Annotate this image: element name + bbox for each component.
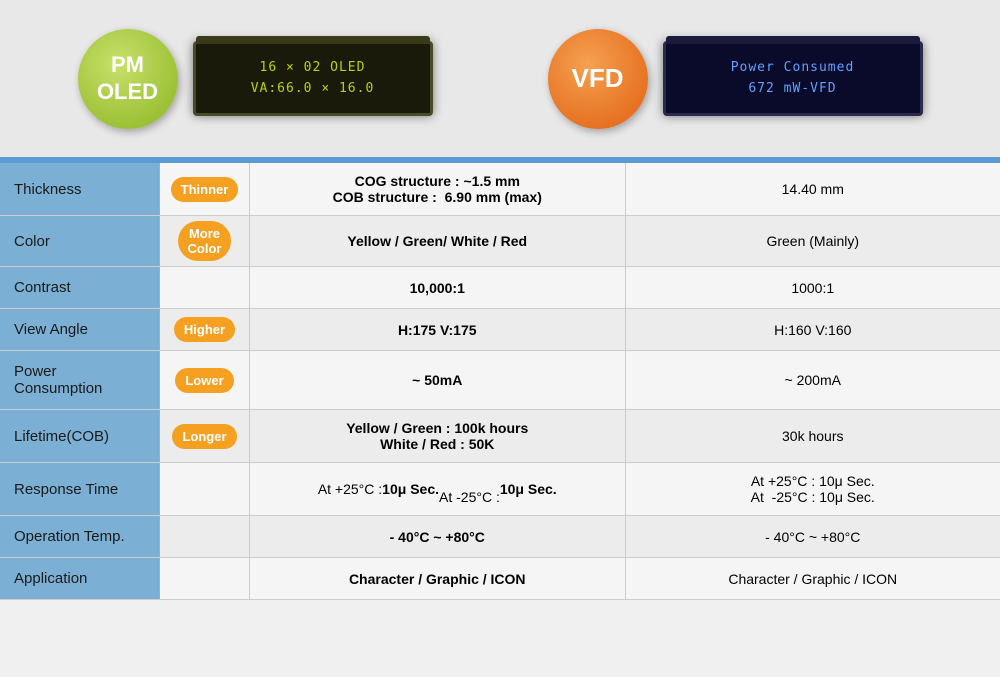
vfd-display: Power Consumed672 mW-VFD xyxy=(663,41,923,116)
color-badge-cell: MoreColor xyxy=(160,216,250,266)
lower-badge: Lower xyxy=(175,368,233,393)
color-oled: Yellow / Green/ White / Red xyxy=(250,216,626,266)
viewangle-vfd: H:160 V:160 xyxy=(626,309,1000,350)
thickness-oled: COG structure : ~1.5 mmCOB structure : 6… xyxy=(250,163,626,215)
optemp-label: Operation Temp. xyxy=(0,516,160,557)
lifetime-oled: Yellow / Green : 100k hoursWhite / Red :… xyxy=(250,410,626,462)
table-row: Power Consumption Lower ~ 50mA ~ 200mA xyxy=(0,351,1000,410)
vfd-display-content: Power Consumed672 mW-VFD xyxy=(731,58,855,100)
application-label: Application xyxy=(0,558,160,599)
vfd-side: VFD Power Consumed672 mW-VFD xyxy=(548,29,923,129)
table-row: Contrast 10,000:1 1000:1 xyxy=(0,267,1000,309)
header: PMOLED 16 × 02 OLEDVA:66.0 × 16.0 VFD Po… xyxy=(0,0,1000,160)
pm-oled-label: PMOLED xyxy=(97,52,158,105)
table-row: Operation Temp. - 40°C ~ +80°C - 40°C ~ … xyxy=(0,516,1000,558)
table-row: View Angle Higher H:175 V:175 H:160 V:16… xyxy=(0,309,1000,351)
color-label: Color xyxy=(0,216,160,266)
power-oled: ~ 50mA xyxy=(250,351,626,409)
lifetime-vfd: 30k hours xyxy=(626,410,1000,462)
oled-side: PMOLED 16 × 02 OLEDVA:66.0 × 16.0 xyxy=(78,29,433,129)
pm-oled-bubble: PMOLED xyxy=(78,29,178,129)
table-row: Lifetime(COB) Longer Yellow / Green : 10… xyxy=(0,410,1000,463)
lifetime-badge-cell: Longer xyxy=(160,410,250,462)
thickness-vfd: 14.40 mm xyxy=(626,163,1000,215)
optemp-oled: - 40°C ~ +80°C xyxy=(250,516,626,557)
contrast-label: Contrast xyxy=(0,267,160,308)
thinner-badge: Thinner xyxy=(171,177,239,202)
oled-display: 16 × 02 OLEDVA:66.0 × 16.0 xyxy=(193,41,433,116)
viewangle-label: View Angle xyxy=(0,309,160,350)
contrast-oled: 10,000:1 xyxy=(250,267,626,308)
table-row: Application Character / Graphic / ICON C… xyxy=(0,558,1000,600)
optemp-badge-cell xyxy=(160,516,250,557)
optemp-vfd: - 40°C ~ +80°C xyxy=(626,516,1000,557)
power-label: Power Consumption xyxy=(0,351,160,409)
thickness-label: Thickness xyxy=(0,163,160,215)
application-vfd: Character / Graphic / ICON xyxy=(626,558,1000,599)
application-badge-cell xyxy=(160,558,250,599)
thickness-badge-cell: Thinner xyxy=(160,163,250,215)
power-badge-cell: Lower xyxy=(160,351,250,409)
vfd-bubble: VFD xyxy=(548,29,648,129)
response-oled: At +25°C : 10μ Sec.At -25°C : 10μ Sec. xyxy=(250,463,626,515)
table-row: Thickness Thinner COG structure : ~1.5 m… xyxy=(0,163,1000,216)
more-color-badge: MoreColor xyxy=(178,221,232,261)
power-vfd: ~ 200mA xyxy=(626,351,1000,409)
longer-badge: Longer xyxy=(172,424,236,449)
higher-badge: Higher xyxy=(174,317,235,342)
contrast-vfd: 1000:1 xyxy=(626,267,1000,308)
application-oled: Character / Graphic / ICON xyxy=(250,558,626,599)
viewangle-oled: H:175 V:175 xyxy=(250,309,626,350)
table-row: Response Time At +25°C : 10μ Sec.At -25°… xyxy=(0,463,1000,516)
color-vfd: Green (Mainly) xyxy=(626,216,1000,266)
vfd-label: VFD xyxy=(572,63,624,94)
comparison-table: Thickness Thinner COG structure : ~1.5 m… xyxy=(0,163,1000,600)
response-vfd: At +25°C : 10μ Sec.At -25°C : 10μ Sec. xyxy=(626,463,1000,515)
contrast-badge-cell xyxy=(160,267,250,308)
lifetime-label: Lifetime(COB) xyxy=(0,410,160,462)
viewangle-badge-cell: Higher xyxy=(160,309,250,350)
response-label: Response Time xyxy=(0,463,160,515)
table-row: Color MoreColor Yellow / Green/ White / … xyxy=(0,216,1000,267)
oled-display-line1: 16 × 02 OLEDVA:66.0 × 16.0 xyxy=(251,58,375,100)
response-badge-cell xyxy=(160,463,250,515)
